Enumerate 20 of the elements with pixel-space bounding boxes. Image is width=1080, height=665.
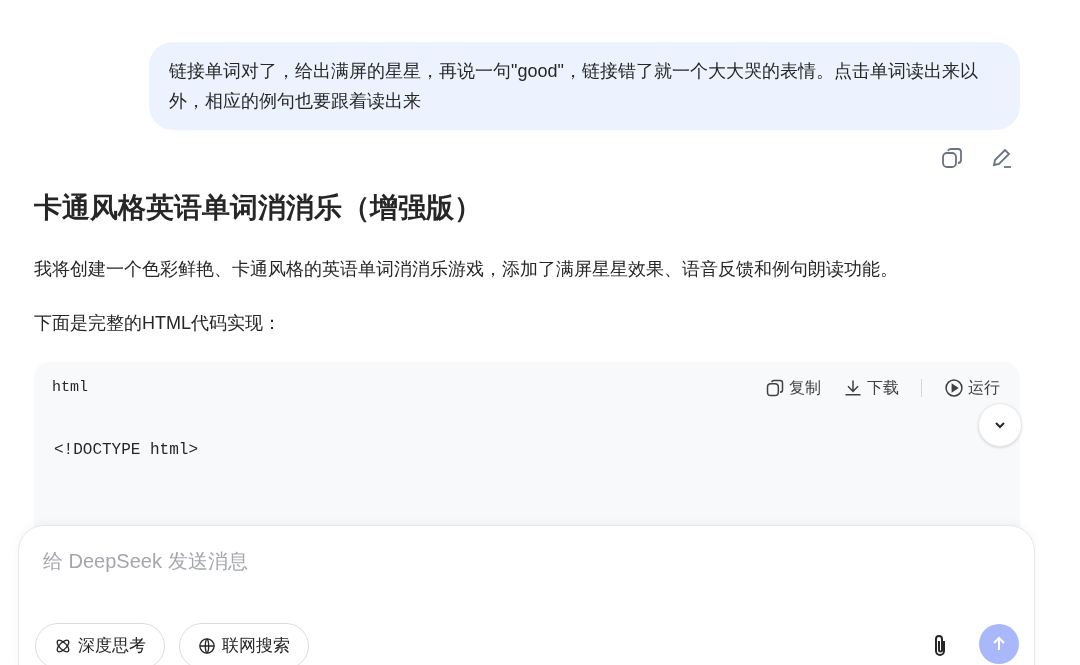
- play-icon: [944, 378, 964, 398]
- copy-icon: [765, 378, 785, 398]
- reply-heading: 卡通风格英语单词消消乐（增强版）: [34, 191, 483, 225]
- download-icon: [843, 378, 863, 398]
- reply-paragraph: 我将创建一个色彩鲜艳、卡通风格的英语单词消消乐游戏，添加了满屏星星效果、语音反馈和例句朗读功能。: [34, 258, 899, 281]
- message-input-field[interactable]: 给 DeepSeek 发送消息: [43, 546, 923, 576]
- web-search-toggle[interactable]: 联网搜索: [179, 623, 309, 665]
- code-line: <!DOCTYPE html>: [54, 440, 200, 461]
- copy-button[interactable]: 复制: [765, 376, 821, 400]
- globe-icon: [198, 637, 216, 655]
- arrow-up-icon: [991, 636, 1007, 652]
- run-button[interactable]: 运行: [944, 376, 1000, 400]
- atom-icon: [54, 637, 72, 655]
- code-language: html: [52, 377, 88, 398]
- reply-paragraph: 下面是完整的HTML代码实现：: [34, 312, 282, 335]
- copy-icon[interactable]: [940, 146, 964, 170]
- download-button[interactable]: 下载: [843, 376, 899, 400]
- deep-think-toggle[interactable]: 深度思考: [35, 623, 165, 665]
- edit-icon[interactable]: [990, 146, 1014, 170]
- user-message: 链接单词对了，给出满屏的星星，再说一句"good"，链接错了就一个大大哭的表情。点击单词读出来以外，相应的例句也要跟着读出来: [149, 42, 1020, 130]
